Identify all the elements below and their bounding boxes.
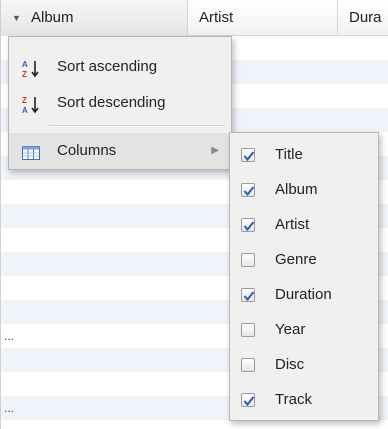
- header-menu-trigger-icon[interactable]: ▼: [12, 0, 21, 36]
- menu-divider: [49, 125, 225, 127]
- sort-descending-label: Sort descending: [57, 94, 166, 111]
- column-option-label: Track: [275, 391, 312, 408]
- row-ellipsis-text: ...: [4, 401, 15, 415]
- column-option-label: Title: [275, 146, 303, 163]
- sort-ascending-icon: A Z: [21, 57, 41, 79]
- column-header-album-label: Album: [31, 9, 74, 26]
- columns-submenu: Title Album Artist Genre Duration Year D…: [229, 132, 379, 421]
- checkbox-checked-icon[interactable]: [241, 393, 255, 407]
- row-ellipsis-text: ...: [4, 329, 15, 343]
- checkbox-checked-icon[interactable]: [241, 288, 255, 302]
- checkbox-unchecked-icon[interactable]: [241, 253, 255, 267]
- column-option-genre[interactable]: Genre: [230, 242, 378, 278]
- column-option-track[interactable]: Track: [230, 382, 378, 418]
- columns-label: Columns: [57, 142, 117, 159]
- svg-text:A: A: [22, 106, 28, 115]
- svg-text:Z: Z: [22, 70, 27, 79]
- column-header-album[interactable]: ▼ Album: [1, 0, 188, 36]
- submenu-arrow-icon: ▶: [211, 145, 219, 156]
- column-header-artist-label: Artist: [199, 9, 234, 26]
- checkbox-checked-icon[interactable]: [241, 183, 255, 197]
- column-header-duration-label: Dura: [349, 9, 382, 26]
- svg-text:A: A: [22, 60, 28, 69]
- column-option-label: Album: [275, 181, 318, 198]
- sort-descending-icon: Z A: [21, 93, 41, 115]
- sort-ascending-label: Sort ascending: [57, 58, 158, 75]
- sort-descending-menu-item[interactable]: Z A Sort descending: [9, 85, 231, 121]
- column-option-disc[interactable]: Disc: [230, 347, 378, 383]
- checkbox-unchecked-icon[interactable]: [241, 323, 255, 337]
- checkbox-checked-icon[interactable]: [241, 218, 255, 232]
- column-option-duration[interactable]: Duration: [230, 277, 378, 313]
- column-header-artist[interactable]: Artist: [188, 0, 338, 36]
- column-header-duration[interactable]: Dura: [338, 0, 388, 36]
- columns-menu-item[interactable]: Columns ▶: [9, 133, 231, 169]
- column-option-artist[interactable]: Artist: [230, 207, 378, 243]
- checkbox-checked-icon[interactable]: [241, 148, 255, 162]
- column-option-title[interactable]: Title: [230, 137, 378, 173]
- column-option-label: Disc: [275, 356, 305, 373]
- svg-text:Z: Z: [22, 96, 27, 105]
- column-option-label: Duration: [275, 286, 332, 303]
- sort-ascending-menu-item[interactable]: A Z Sort ascending: [9, 49, 231, 85]
- column-option-label: Artist: [275, 216, 310, 233]
- column-option-album[interactable]: Album: [230, 172, 378, 208]
- column-option-label: Year: [275, 321, 306, 338]
- column-option-year[interactable]: Year: [230, 312, 378, 348]
- columns-icon: [21, 141, 41, 161]
- checkbox-unchecked-icon[interactable]: [241, 358, 255, 372]
- grid-header: ▼ Album Artist Dura: [1, 0, 388, 36]
- column-option-label: Genre: [275, 251, 317, 268]
- column-header-menu: A Z Sort ascending Z A Sort descending C…: [8, 36, 232, 170]
